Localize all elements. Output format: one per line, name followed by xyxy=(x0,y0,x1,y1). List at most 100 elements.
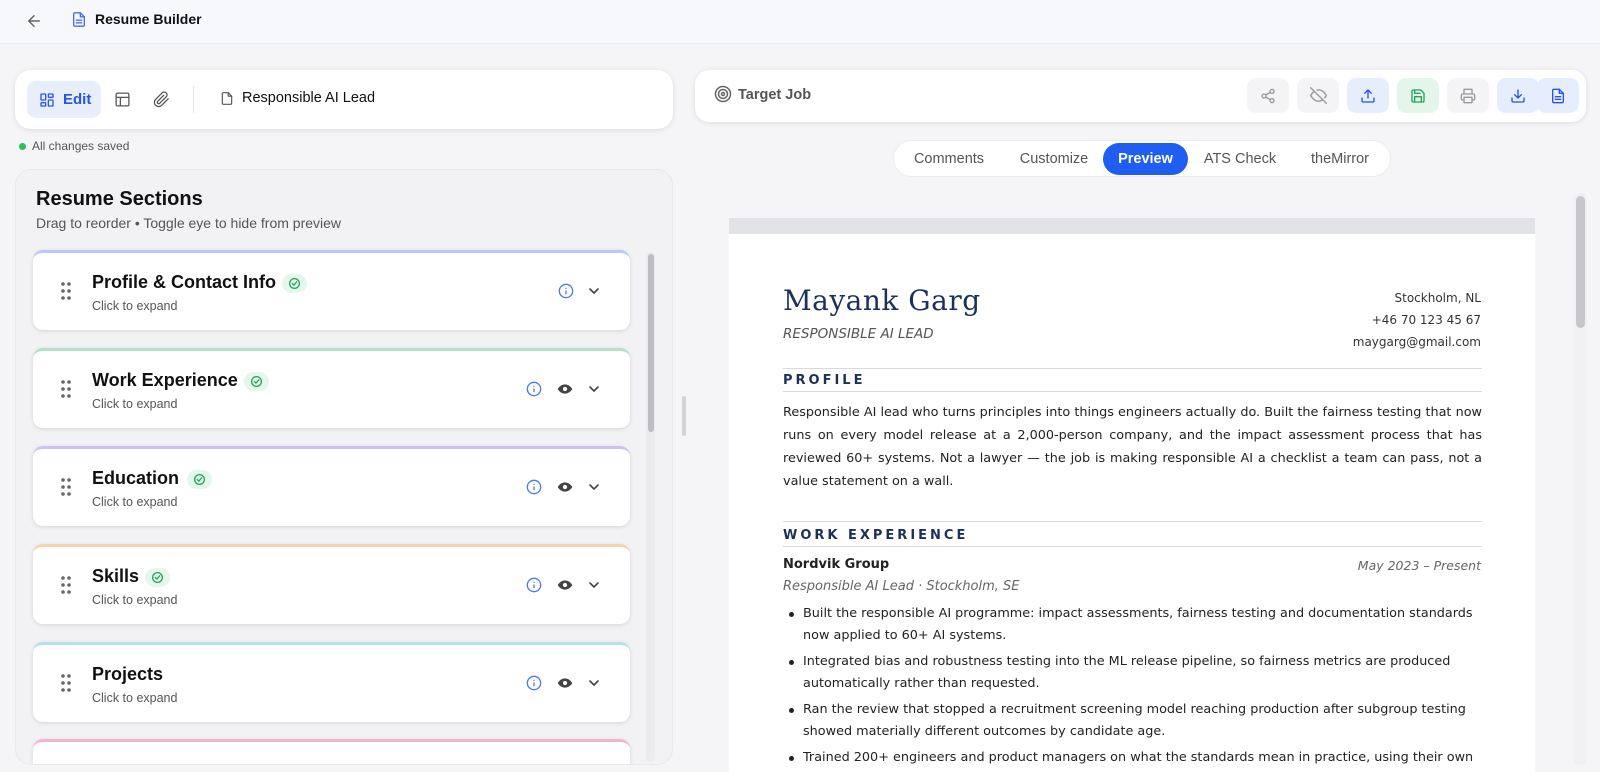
save-icon xyxy=(1411,88,1425,103)
edit-mode-button[interactable]: Edit xyxy=(27,81,101,118)
upload-button[interactable] xyxy=(1347,78,1389,113)
info-icon xyxy=(526,479,542,495)
panel-resize-handle[interactable] xyxy=(682,396,686,436)
work-experience-heading: WORK EXPERIENCE xyxy=(783,528,969,543)
drag-handle-icon[interactable] xyxy=(60,575,72,595)
resume-preview: Mayank Garg RESPONSIBLE AI LEAD Stockhol… xyxy=(729,234,1535,772)
complete-badge xyxy=(187,470,212,489)
info-button[interactable] xyxy=(524,673,544,693)
chevron-down-icon xyxy=(589,680,599,686)
job-role: Responsible AI Lead · Stockholm, SE xyxy=(783,579,1020,594)
sections-scrollbar-thumb[interactable] xyxy=(648,254,654,432)
saved-status-dot xyxy=(19,143,26,150)
target-job-label[interactable]: Target Job xyxy=(738,87,811,103)
tab-themirror[interactable]: theMirror xyxy=(1294,143,1386,175)
job-bullet: Ran the review that stopped a recruitmen… xyxy=(789,699,1482,742)
attachment-button[interactable] xyxy=(150,88,172,110)
expand-button[interactable] xyxy=(584,477,604,497)
section-card-work-experience[interactable]: Work Experience Click to expand xyxy=(33,348,630,428)
complete-badge xyxy=(244,372,269,391)
eye-icon xyxy=(557,678,573,688)
check-circle-icon xyxy=(151,571,164,584)
eye-icon xyxy=(557,384,573,394)
visibility-toggle[interactable] xyxy=(555,477,575,497)
target-icon xyxy=(714,85,732,103)
section-rule xyxy=(783,546,1482,547)
section-card-profile[interactable]: Profile & Contact Info Click to expand xyxy=(33,250,630,330)
toolbar-divider xyxy=(193,86,194,113)
complete-badge xyxy=(145,568,170,587)
file-icon xyxy=(221,92,233,105)
panel-title: Resume Sections xyxy=(36,188,203,210)
upload-icon xyxy=(1361,88,1375,103)
section-title: Work Experience xyxy=(92,370,238,390)
job-bullet: Integrated bias and robustness testing i… xyxy=(789,651,1482,694)
layout-grid-icon xyxy=(40,92,54,107)
info-icon xyxy=(558,283,574,299)
section-title: Education xyxy=(92,468,180,488)
edit-label: Edit xyxy=(63,91,92,108)
download-button[interactable] xyxy=(1497,78,1539,113)
check-circle-icon xyxy=(288,277,301,290)
share-icon xyxy=(1261,88,1275,103)
eye-icon xyxy=(557,580,573,590)
section-hint: Click to expand xyxy=(92,397,178,411)
hide-button[interactable] xyxy=(1297,78,1339,113)
profile-heading: PROFILE xyxy=(783,373,866,388)
section-card-skills[interactable]: Skills Click to expand xyxy=(33,544,630,624)
section-rule xyxy=(783,521,1482,522)
section-card-education[interactable]: Education Click to expand xyxy=(33,446,630,526)
share-button[interactable] xyxy=(1247,78,1289,113)
check-circle-icon xyxy=(193,473,206,486)
back-button[interactable] xyxy=(22,9,46,33)
section-hint: Click to expand xyxy=(92,593,178,607)
save-button[interactable] xyxy=(1397,78,1439,113)
resume-phone: +46 70 123 45 67 xyxy=(1371,313,1481,327)
paperclip-icon xyxy=(153,90,169,107)
template-layout-button[interactable] xyxy=(111,88,133,110)
file-text-icon xyxy=(1552,88,1564,103)
tab-ats-check[interactable]: ATS Check xyxy=(1191,143,1289,175)
visibility-toggle[interactable] xyxy=(555,379,575,399)
visibility-toggle[interactable] xyxy=(555,575,575,595)
drag-handle-icon[interactable] xyxy=(60,673,72,693)
resume-location: Stockholm, NL xyxy=(1394,291,1481,305)
expand-button[interactable] xyxy=(584,281,604,301)
drag-handle-icon[interactable] xyxy=(60,379,72,399)
section-title: Skills xyxy=(92,566,140,586)
document-name[interactable]: Responsible AI Lead xyxy=(242,90,375,106)
tab-comments[interactable]: Comments xyxy=(899,143,999,175)
info-icon xyxy=(526,675,542,691)
tab-customize[interactable]: Customize xyxy=(1002,143,1106,175)
section-card-projects[interactable]: Projects Click to expand xyxy=(33,642,630,722)
layout-template-icon xyxy=(114,91,130,107)
section-rule xyxy=(783,391,1482,392)
expand-button[interactable] xyxy=(584,379,604,399)
info-button[interactable] xyxy=(524,575,544,595)
preview-scrollbar-thumb[interactable] xyxy=(1576,196,1585,328)
top-bar: Resume Builder xyxy=(0,0,1600,44)
expand-button[interactable] xyxy=(584,575,604,595)
document-icon xyxy=(73,12,85,27)
info-button[interactable] xyxy=(556,281,576,301)
section-title: Projects xyxy=(92,664,164,684)
job-company: Nordvik Group xyxy=(783,557,890,572)
drag-handle-icon[interactable] xyxy=(60,477,72,497)
panel-subtitle: Drag to reorder • Toggle eye to hide fro… xyxy=(36,215,342,231)
chevron-down-icon xyxy=(589,386,599,392)
info-button[interactable] xyxy=(524,379,544,399)
section-card-partial[interactable] xyxy=(33,739,630,764)
info-button[interactable] xyxy=(524,477,544,497)
drag-handle-icon[interactable] xyxy=(60,281,72,301)
paper-top-edge xyxy=(729,218,1535,234)
expand-button[interactable] xyxy=(584,673,604,693)
chevron-down-icon xyxy=(589,582,599,588)
job-bullets: Built the responsible AI programme: impa… xyxy=(789,603,1482,772)
eye-icon xyxy=(557,482,573,492)
print-button[interactable] xyxy=(1447,78,1489,113)
tab-preview[interactable]: Preview xyxy=(1103,143,1188,175)
view-tabs: Comments Customize Preview ATS Check the… xyxy=(893,140,1391,177)
export-document-button[interactable] xyxy=(1537,78,1579,113)
job-bullet: Built the responsible AI programme: impa… xyxy=(789,603,1482,646)
visibility-toggle[interactable] xyxy=(555,673,575,693)
